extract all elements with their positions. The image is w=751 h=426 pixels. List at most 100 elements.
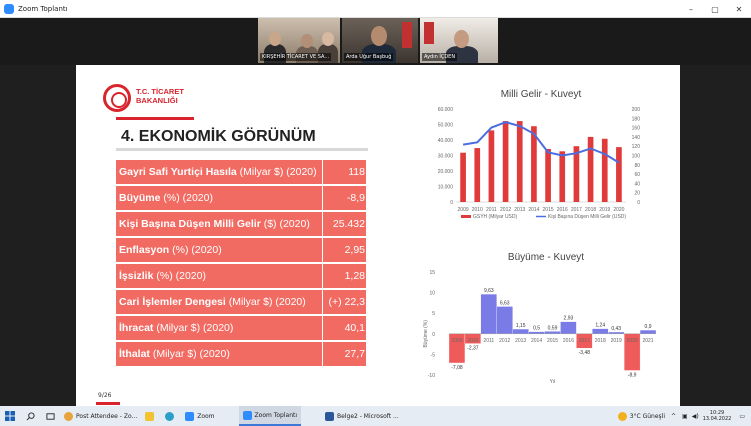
legend-swatch-gdp	[461, 215, 471, 218]
x-tick-label: 2010	[467, 338, 478, 344]
x-tick-label: 2017	[571, 207, 582, 213]
title-accent-rule	[116, 117, 194, 120]
windows-taskbar: Post Attendee - Zo... Zoom Zoom Toplantı…	[0, 406, 751, 426]
search-icon[interactable]	[20, 406, 40, 426]
indicator-value: -8,9	[346, 192, 365, 204]
growth-bar	[560, 321, 577, 334]
taskbar-app-word[interactable]: Belge2 - Microsoft ...	[321, 406, 403, 426]
indicator-label-bold: Büyüme	[119, 192, 161, 204]
task-view-icon[interactable]	[40, 406, 60, 426]
indicator-label-unit: (Milyar $) (2020)	[225, 296, 306, 308]
chart-title: Milli Gelir - Kuveyt	[501, 89, 582, 100]
taskbar-app-zoom[interactable]: Zoom	[181, 406, 218, 426]
y2-tick-label: 80	[634, 163, 640, 169]
growth-data-label: -8,9	[628, 372, 637, 378]
growth-data-label: 0,9	[645, 324, 652, 330]
y-tick-label: 50.000	[438, 123, 454, 129]
x-tick-label: 2009	[458, 207, 469, 213]
minimize-button[interactable]: –	[679, 0, 703, 18]
indicator-label-bold: Enflasyon	[119, 244, 170, 256]
indicator-label-bold: İşsizlik	[119, 270, 154, 282]
folder-icon	[145, 411, 155, 421]
participant-name-2: Arda Uğur Başbuğ	[344, 53, 394, 61]
growth-data-label: 1,15	[516, 323, 526, 329]
indicator-label-bold: İhracat	[119, 322, 154, 334]
indicator-row: İşsizlik (%) (2020) 1,28	[116, 264, 366, 288]
notifications-icon[interactable]: ▭	[739, 413, 745, 420]
page-number: 9/26	[98, 392, 112, 399]
x-tick-label: 2017	[579, 338, 590, 344]
section-title: 4. EKONOMİK GÖRÜNÜM	[121, 128, 316, 145]
taskbar-edge[interactable]	[161, 406, 181, 426]
indicator-label: Gayri Safi Yurtiçi Hasıla (Milyar $) (20…	[116, 166, 322, 178]
chevron-up-icon[interactable]: ^	[671, 413, 676, 420]
volume-icon[interactable]: ◀)	[692, 413, 699, 420]
participant-tile-1[interactable]: KIRŞEHİR TİCARET VE SA...	[258, 18, 340, 63]
national-income-chart: Milli Gelir - Kuveyt 0 10.000 20.000 30.000 4…	[438, 89, 641, 220]
indicator-label: İşsizlik (%) (2020)	[116, 270, 322, 282]
taskbar-file-explorer[interactable]	[141, 406, 161, 426]
indicator-label: Cari İşlemler Dengesi (Milyar $) (2020)	[116, 296, 322, 308]
growth-data-label: 9,63	[484, 288, 494, 294]
maximize-button[interactable]: ▢	[703, 0, 727, 18]
network-icon[interactable]: ▣	[682, 413, 688, 420]
taskbar-app-label: Post Attendee - Zo...	[76, 412, 138, 420]
x-tick-label: 2021	[642, 338, 653, 344]
participant-tile-3[interactable]: Aydın İÇDEN	[420, 18, 498, 63]
y-tick-label: 40.000	[438, 138, 454, 144]
x-tick-label: 2015	[547, 338, 558, 344]
gdp-bar	[502, 121, 509, 202]
y2-tick-label: 40	[634, 181, 640, 187]
gdp-bar	[460, 152, 466, 202]
clock-date: 13.04.2022	[702, 416, 732, 422]
indicator-row: Gayri Safi Yurtiçi Hasıla (Milyar $) (20…	[116, 160, 366, 184]
weather-text[interactable]: 3°C Güneşli	[630, 413, 665, 420]
y-tick-label: 0	[432, 332, 435, 338]
page-progress-bar	[96, 402, 120, 405]
taskbar-app-post-attendee[interactable]: Post Attendee - Zo...	[60, 406, 141, 426]
indicator-value: 1,28	[344, 270, 365, 282]
gdp-bar	[488, 130, 495, 202]
y-tick-label: 60.000	[438, 107, 454, 113]
y-tick-label: 10.000	[438, 185, 454, 191]
growth-data-label: 1,24	[595, 323, 605, 329]
system-tray: 3°C Güneşli ^ ▣ ◀) 10:29 13.04.2022 ▭	[617, 406, 751, 426]
x-tick-label: 2009	[451, 338, 462, 344]
indicator-row: İthalat (Milyar $) (2020) 27,7	[116, 342, 366, 366]
x-tick-label: 2019	[611, 338, 622, 344]
taskbar-clock[interactable]: 10:29 13.04.2022	[703, 410, 732, 422]
x-tick-label: 2020	[613, 207, 624, 213]
close-button[interactable]: ✕	[727, 0, 751, 18]
legend-label-gdp: GSYH (Milyar USD)	[473, 214, 518, 220]
y2-tick-label: 60	[634, 172, 640, 178]
indicator-label: Kişi Başına Düşen Milli Gelir ($) (2020)	[116, 218, 322, 230]
indicator-label: Enflasyon (%) (2020)	[116, 244, 322, 256]
indicator-row: İhracat (Milyar $) (2020) 40,1	[116, 316, 366, 340]
indicator-label-bold: Cari İşlemler Dengesi	[119, 296, 226, 308]
growth-data-label: -2,37	[467, 346, 479, 352]
windows-start-icon[interactable]	[0, 406, 20, 426]
growth-data-label: 6,63	[500, 300, 510, 306]
indicator-label-unit: (%) (2020)	[160, 192, 213, 204]
window-title-bar: Zoom Toplantı – ▢ ✕	[0, 0, 751, 18]
y2-tick-label: 100	[632, 154, 641, 160]
ministry-logo-text: T.C. TİCARET BAKANLIĞI	[136, 87, 184, 105]
indicator-label-unit: (%) (2020)	[169, 244, 222, 256]
x-tick-label: 2019	[599, 207, 610, 213]
logo-line-1: T.C. TİCARET	[136, 87, 184, 96]
y-tick-label: 0	[450, 200, 453, 206]
indicator-value: 118	[348, 166, 365, 178]
growth-data-label: 2,93	[564, 316, 574, 322]
gdp-bar	[573, 146, 580, 202]
taskbar-app-zoom-meeting[interactable]: Zoom Toplantı	[238, 406, 302, 426]
participant-tile-2[interactable]: Arda Uğur Başbuğ	[342, 18, 418, 63]
indicator-label-bold: Kişi Başına Düşen Milli Gelir	[119, 218, 261, 230]
title-divider	[116, 148, 368, 151]
growth-data-label: 0,59	[548, 325, 558, 331]
indicator-label-unit: ($) (2020)	[260, 218, 310, 230]
y-tick-label: 20.000	[438, 169, 454, 175]
y2-tick-label: 120	[632, 144, 641, 150]
legend-label-income: Kişi Başına Düşen Milli Gelir (USD)	[548, 214, 626, 220]
y-tick-label: 15	[429, 270, 435, 276]
growth-bar	[496, 306, 513, 334]
